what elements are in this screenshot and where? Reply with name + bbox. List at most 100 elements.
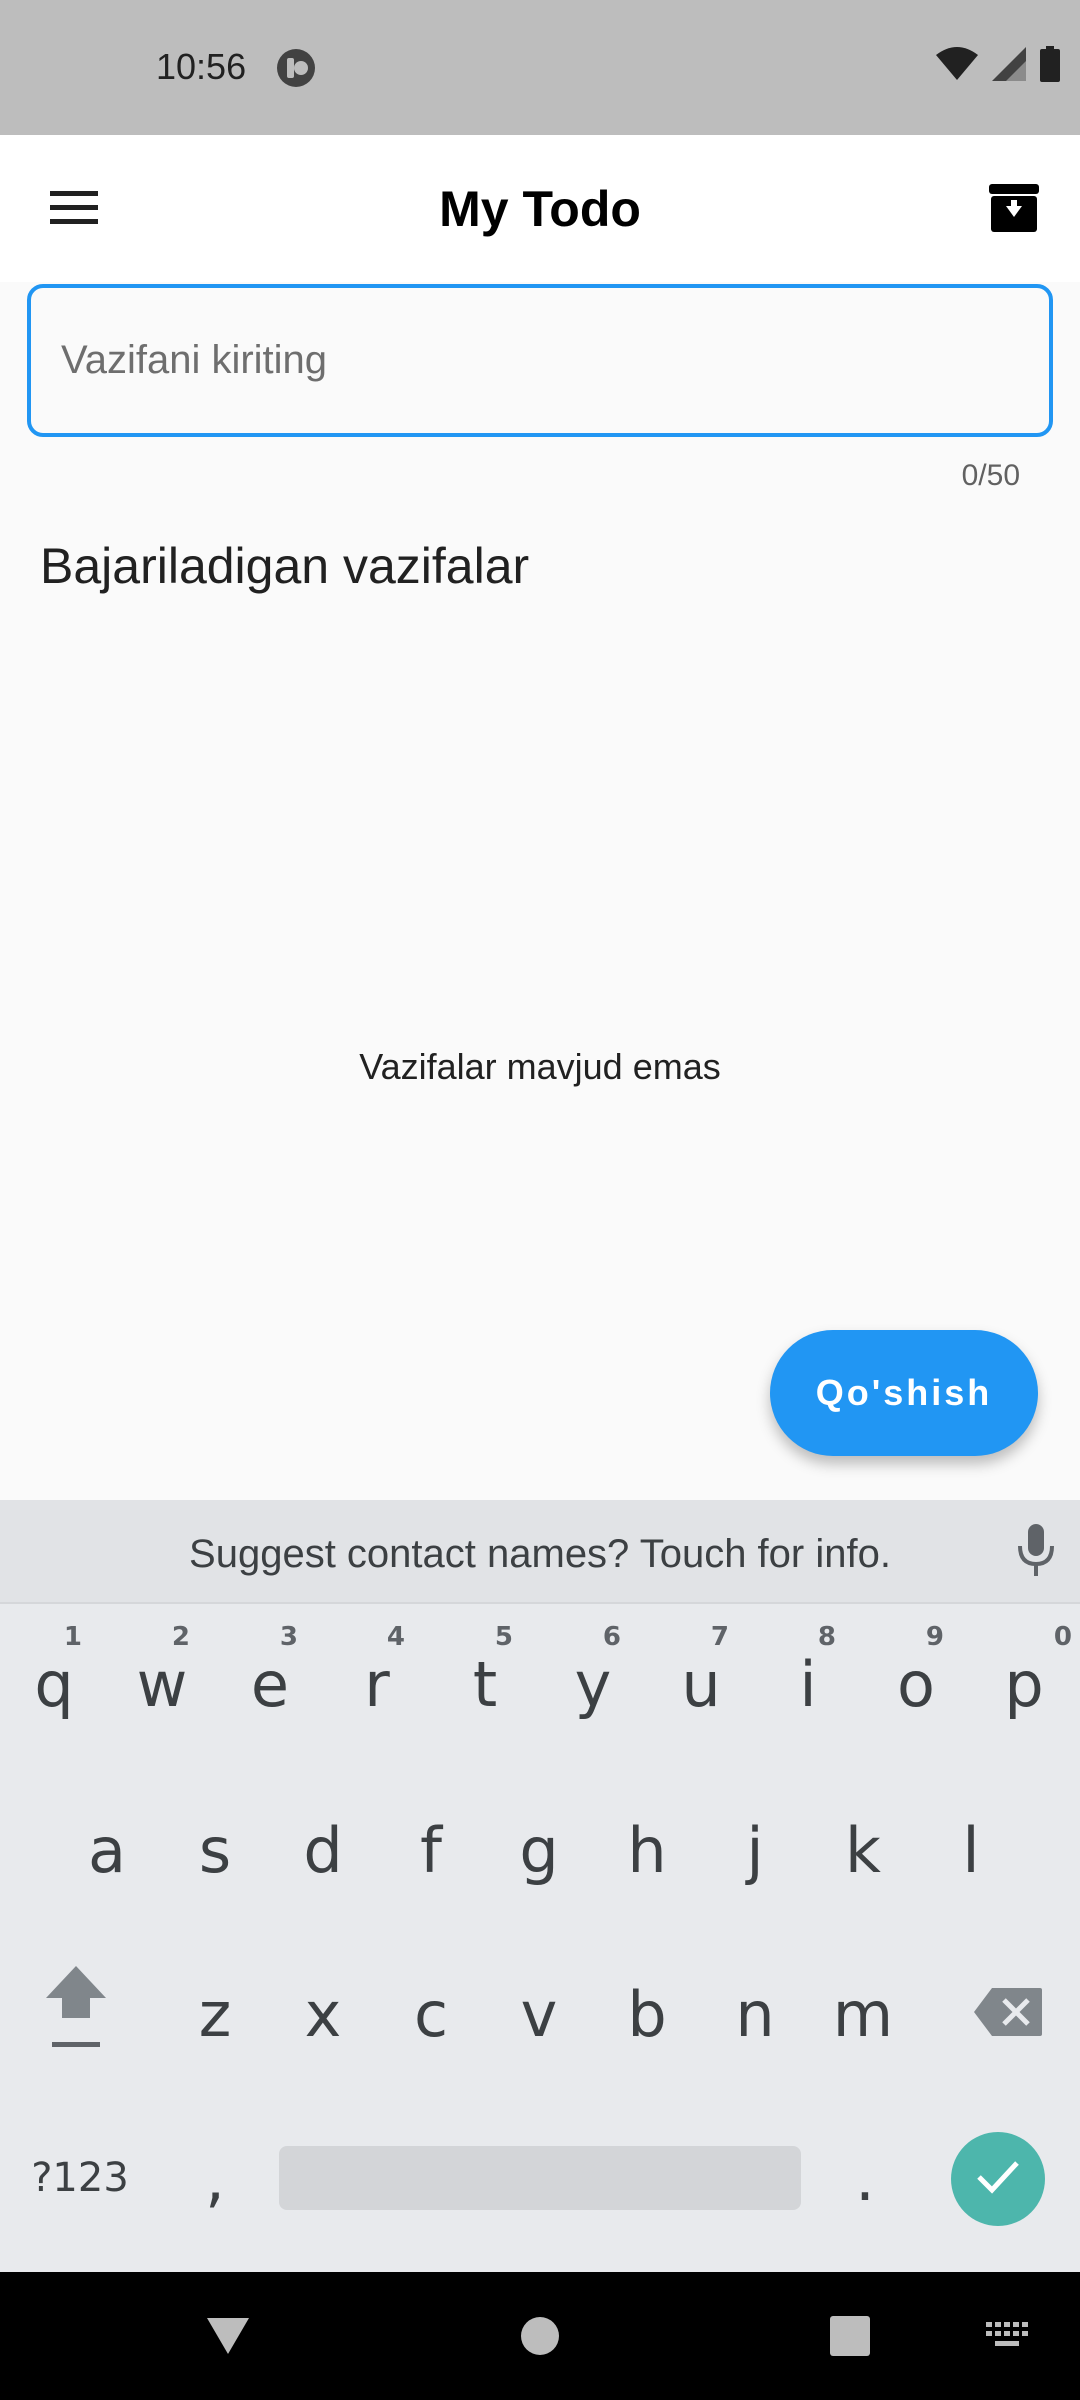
key-label: x bbox=[304, 1977, 342, 2051]
char-counter: 0/50 bbox=[961, 459, 1020, 492]
key-hint: 2 bbox=[171, 1622, 190, 1652]
key-hint: 4 bbox=[386, 1622, 405, 1652]
key-p[interactable]: p0 bbox=[974, 1614, 1074, 1754]
empty-state-message: Vazifalar mavjud emas bbox=[359, 1046, 721, 1087]
key-q[interactable]: q1 bbox=[4, 1614, 104, 1754]
enter-key[interactable] bbox=[951, 2132, 1045, 2226]
key-label: o bbox=[897, 1647, 935, 1721]
key-z[interactable]: z bbox=[165, 1944, 265, 2084]
key-label: a bbox=[88, 1813, 126, 1887]
comma-key[interactable]: , bbox=[165, 2108, 265, 2248]
spacebar[interactable] bbox=[279, 2146, 801, 2210]
key-label: j bbox=[746, 1813, 764, 1887]
back-icon bbox=[207, 2318, 249, 2354]
key-label: d bbox=[303, 1813, 343, 1887]
key-o[interactable]: o9 bbox=[866, 1614, 966, 1754]
key-label: s bbox=[198, 1813, 232, 1887]
key-l[interactable]: l bbox=[921, 1780, 1021, 1920]
archive-icon bbox=[989, 183, 1039, 237]
key-g[interactable]: g bbox=[489, 1780, 589, 1920]
recents-button[interactable] bbox=[830, 2316, 870, 2361]
key-label: v bbox=[520, 1977, 558, 2051]
key-a[interactable]: a bbox=[57, 1780, 157, 1920]
status-icons bbox=[936, 45, 1060, 86]
key-label: m bbox=[832, 1977, 894, 2051]
key-t[interactable]: t5 bbox=[435, 1614, 535, 1754]
key-hint: 0 bbox=[1053, 1622, 1072, 1652]
key-label: k bbox=[845, 1813, 881, 1887]
home-icon bbox=[521, 2317, 559, 2355]
key-label: q bbox=[34, 1647, 74, 1721]
key-label: i bbox=[799, 1647, 817, 1721]
symbols-key[interactable]: ?123 bbox=[20, 2108, 140, 2248]
key-e[interactable]: e3 bbox=[220, 1614, 320, 1754]
key-h[interactable]: h bbox=[597, 1780, 697, 1920]
key-label: r bbox=[364, 1647, 390, 1721]
back-button[interactable] bbox=[205, 2316, 251, 2361]
key-label: g bbox=[519, 1813, 559, 1887]
key-hint: 8 bbox=[817, 1622, 836, 1652]
key-label: e bbox=[250, 1647, 290, 1721]
app-title: My Todo bbox=[439, 181, 641, 237]
key-j[interactable]: j bbox=[705, 1780, 805, 1920]
key-label: h bbox=[627, 1813, 667, 1887]
period-key[interactable]: . bbox=[815, 2108, 915, 2248]
key-w[interactable]: w2 bbox=[112, 1614, 212, 1754]
key-label: y bbox=[574, 1647, 612, 1721]
period-label: . bbox=[855, 2141, 875, 2215]
key-label: u bbox=[681, 1647, 721, 1721]
checkmark-icon bbox=[976, 2159, 1020, 2200]
key-label: n bbox=[735, 1977, 775, 2051]
backspace-key[interactable] bbox=[956, 1944, 1060, 2084]
key-b[interactable]: b bbox=[597, 1944, 697, 2084]
status-bar: 10:56 bbox=[0, 0, 1080, 135]
soft-keyboard: Suggest contact names? Touch for info. q… bbox=[0, 1500, 1080, 2272]
add-task-button[interactable]: Qo'shish bbox=[770, 1330, 1038, 1456]
key-x[interactable]: x bbox=[273, 1944, 373, 2084]
symbols-label: ?123 bbox=[31, 2155, 129, 2201]
key-d[interactable]: d bbox=[273, 1780, 373, 1920]
key-hint: 3 bbox=[279, 1622, 298, 1652]
key-hint: 7 bbox=[710, 1622, 729, 1652]
key-n[interactable]: n bbox=[705, 1944, 805, 2084]
home-button[interactable] bbox=[520, 2316, 560, 2361]
key-u[interactable]: u7 bbox=[651, 1614, 751, 1754]
section-title: Bajariladigan vazifalar bbox=[40, 538, 530, 594]
key-y[interactable]: y6 bbox=[543, 1614, 643, 1754]
key-label: t bbox=[472, 1647, 498, 1721]
suggestion-strip[interactable]: Suggest contact names? Touch for info. bbox=[0, 1500, 1080, 1604]
mic-button[interactable] bbox=[1006, 1522, 1066, 1582]
backspace-icon bbox=[974, 1978, 1042, 2051]
key-v[interactable]: v bbox=[489, 1944, 589, 2084]
key-label: c bbox=[413, 1977, 449, 2051]
key-s[interactable]: s bbox=[165, 1780, 265, 1920]
key-f[interactable]: f bbox=[381, 1780, 481, 1920]
key-label: f bbox=[420, 1813, 442, 1887]
navigation-bar bbox=[0, 2272, 1080, 2400]
key-label: z bbox=[198, 1977, 232, 2051]
suggestion-text: Suggest contact names? Touch for info. bbox=[189, 1532, 891, 1576]
task-input[interactable] bbox=[27, 284, 1053, 437]
archive-button[interactable] bbox=[976, 175, 1052, 245]
mic-icon bbox=[1016, 1523, 1056, 1581]
key-k[interactable]: k bbox=[813, 1780, 913, 1920]
key-r[interactable]: r4 bbox=[327, 1614, 427, 1754]
notification-app-icon bbox=[276, 48, 316, 88]
key-hint: 5 bbox=[494, 1622, 513, 1652]
app-bar: My Todo bbox=[0, 135, 1080, 282]
key-hint: 9 bbox=[925, 1622, 944, 1652]
key-m[interactable]: m bbox=[813, 1944, 913, 2084]
shift-key[interactable] bbox=[24, 1944, 128, 2084]
key-hint: 1 bbox=[63, 1622, 82, 1652]
status-time: 10:56 bbox=[156, 46, 247, 87]
wifi-icon bbox=[936, 46, 978, 86]
keyboard-switch-button[interactable] bbox=[986, 2322, 1030, 2353]
keyboard-icon bbox=[986, 2322, 1028, 2346]
recents-icon bbox=[830, 2316, 870, 2356]
key-c[interactable]: c bbox=[381, 1944, 481, 2084]
shift-icon bbox=[44, 1962, 108, 2067]
key-i[interactable]: i8 bbox=[758, 1614, 858, 1754]
key-label: b bbox=[627, 1977, 667, 2051]
comma-label: , bbox=[205, 2141, 225, 2215]
key-label: p bbox=[1004, 1647, 1044, 1721]
